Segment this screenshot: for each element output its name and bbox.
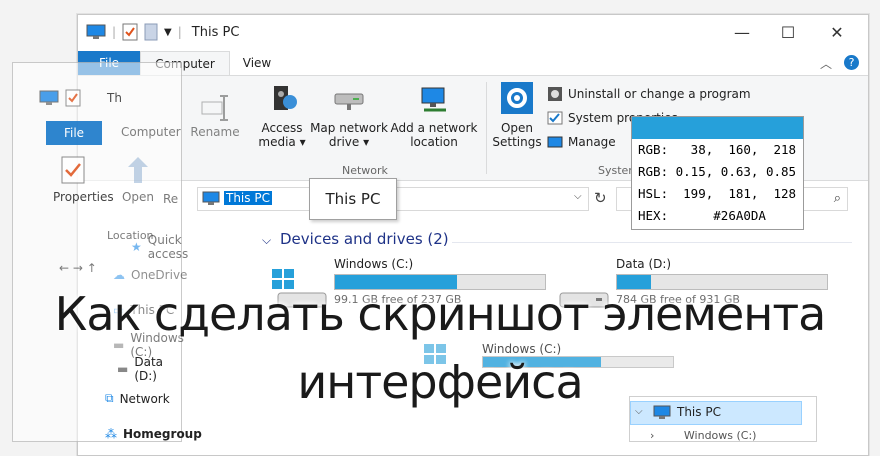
ghost-open-button: Open (121, 155, 155, 204)
divider (452, 242, 852, 243)
open-arrow-icon (128, 157, 148, 183)
color-swatch (632, 117, 803, 139)
mini-tree-child[interactable]: › Windows (C:) (650, 429, 756, 442)
manage-icon (547, 136, 563, 148)
system-properties-icon (547, 111, 563, 125)
separator: | (112, 25, 117, 39)
ghost-nav-arrows: ← → ↑ (59, 261, 97, 275)
color-row-value: 199, 181, 128 (668, 186, 797, 201)
color-row-value: #26A0DA (668, 208, 766, 223)
manage-button[interactable]: Manage (547, 134, 616, 150)
color-row-label: RGB: (638, 164, 669, 179)
color-row-value: 0.15, 0.63, 0.85 (668, 164, 797, 179)
refresh-icon[interactable]: ↻ (594, 189, 607, 207)
color-picker-popup: RGB: 38, 160, 218 RGB: 0.15, 0.63, 0.85 … (631, 116, 804, 230)
uninstall-icon (548, 87, 562, 101)
drive-name: Data (D:) (616, 257, 672, 271)
color-row-label: HEX: (638, 208, 669, 223)
color-row-label: RGB: (638, 142, 669, 157)
maximize-button[interactable]: ☐ (765, 15, 811, 51)
tab-view[interactable]: View (234, 51, 280, 75)
ghost-quick-access: Th (39, 89, 122, 107)
map-network-drive-button[interactable]: Map network drive ▾ (308, 82, 390, 149)
ghost-tab-computer: Computer (121, 125, 181, 139)
access-media-label: Access media ▾ (258, 121, 306, 149)
title-bar: | ▼ | This PC — ☐ ✕ (78, 15, 868, 51)
window-title: This PC (191, 24, 240, 40)
headline-line-1: Как сделать скриншот элемента (54, 287, 827, 341)
ghost-nav-label: Quick access (147, 233, 189, 261)
headline-line-2: интерфейса (297, 355, 583, 409)
chevron-down-icon[interactable]: ⌵ (262, 233, 271, 248)
color-row-label: HSL: (638, 186, 669, 201)
ghost-window-title: Th (107, 91, 122, 105)
network-drive-icon (334, 93, 364, 110)
ghost-nav-label: OneDrive (131, 268, 188, 282)
ghost-properties-label: Properties (53, 190, 114, 204)
quick-access-toolbar: | ▼ | This PC (86, 23, 239, 41)
manage-label: Manage (568, 135, 616, 149)
properties-icon[interactable] (122, 23, 138, 41)
ghost-nav-quick-access: ★ Quick access (131, 233, 188, 261)
uninstall-program-button[interactable]: Uninstall or change a program (547, 86, 751, 102)
collapse-ribbon-icon[interactable]: ︿ (820, 55, 832, 72)
search-icon: ⌕ (833, 191, 841, 206)
media-icon (274, 86, 297, 110)
add-network-location-label: Add a network location (390, 121, 478, 149)
ghost-rename-short-label: Re (163, 192, 179, 206)
homegroup-icon: ⁂ (105, 427, 117, 441)
ribbon-tabs: File Computer View ︿ ? (78, 51, 868, 77)
ghost-nav-label: Homegroup (123, 427, 202, 441)
ghost-rename-button: Rename (180, 94, 250, 139)
help-icon[interactable]: ? (844, 55, 859, 70)
drive-name: Windows (C:) (334, 257, 414, 271)
color-rgb-row: RGB: 38, 160, 218 (632, 139, 803, 161)
color-hex-row: HEX: #26A0DA (632, 205, 803, 227)
new-folder-icon[interactable] (144, 23, 158, 41)
devices-section-title: Devices and drives (2) (280, 230, 449, 248)
address-path[interactable]: This PC (224, 191, 272, 205)
ghost-nav-onedrive: ☁ OneDrive (113, 268, 187, 282)
mini-tree-label: Windows (C:) (683, 429, 757, 442)
color-hsl-row: HSL: 199, 181, 128 (632, 183, 803, 205)
map-network-drive-label: Map network drive ▾ (310, 121, 388, 149)
cloud-icon: ☁ (113, 268, 125, 282)
open-settings-button[interactable]: Open Settings (490, 82, 544, 149)
chevron-right-icon: › (650, 429, 655, 442)
network-location-icon (421, 87, 446, 112)
address-history-icon[interactable]: ⌵ (574, 191, 582, 202)
customize-qa-icon[interactable]: ▼ (164, 27, 172, 38)
ghost-properties-button: Properties (53, 155, 114, 204)
computer-icon (86, 24, 106, 39)
ghost-nav-homegroup: ⁂ Homegroup (105, 427, 202, 441)
open-settings-label: Open Settings (492, 121, 542, 149)
separator: | (177, 25, 182, 39)
group-network-label: Network (342, 164, 388, 177)
color-rgb-float-row: RGB: 0.15, 0.63, 0.85 (632, 161, 803, 183)
add-network-location-button[interactable]: Add a network location (388, 82, 480, 149)
ghost-rename-label: Rename (190, 125, 240, 139)
color-row-value: 38, 160, 218 (668, 142, 797, 157)
gear-icon (501, 82, 533, 114)
minimize-button[interactable]: — (719, 15, 765, 51)
properties-icon (65, 89, 81, 107)
close-button[interactable]: ✕ (814, 15, 860, 51)
star-icon: ★ (131, 240, 142, 254)
rename-icon (201, 95, 228, 121)
address-tooltip: This PC (309, 178, 397, 220)
computer-icon (39, 90, 59, 105)
access-media-button[interactable]: Access media ▾ (254, 82, 310, 149)
ghost-open-label: Open (121, 190, 155, 204)
properties-icon (61, 156, 85, 184)
computer-icon (202, 191, 220, 205)
ghost-tab-file: File (46, 121, 102, 145)
uninstall-label: Uninstall or change a program (568, 87, 751, 101)
divider (486, 82, 487, 174)
